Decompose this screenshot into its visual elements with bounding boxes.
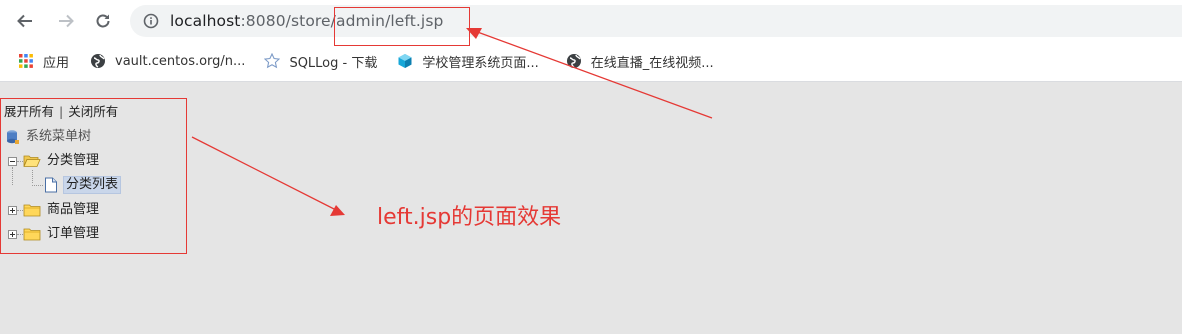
annotation-arrows — [191, 28, 713, 216]
arrowhead — [466, 28, 482, 39]
arrowhead — [330, 205, 345, 216]
annotation-caption: left.jsp的页面效果 — [377, 205, 562, 230]
arrow-to-caption — [191, 136, 339, 212]
arrow-to-url — [471, 29, 713, 119]
